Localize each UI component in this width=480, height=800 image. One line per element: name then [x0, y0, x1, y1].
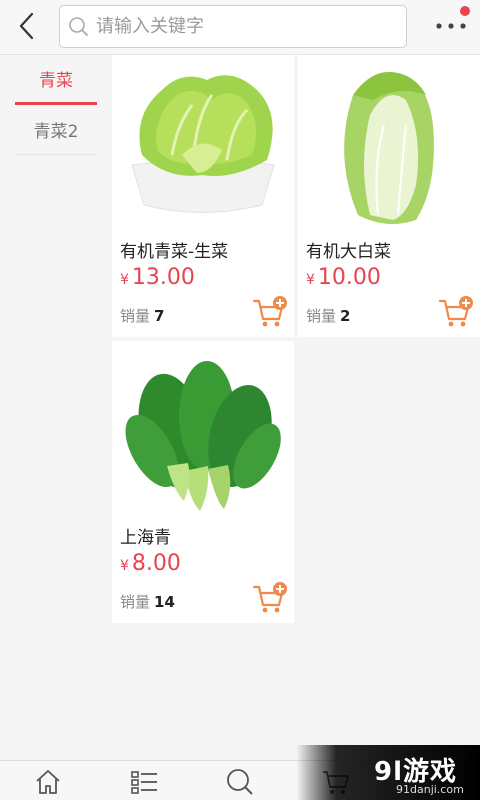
product-card[interactable]: 有机大白菜 ¥10.00 销量 2	[298, 55, 480, 337]
add-to-cart-icon	[438, 296, 473, 327]
bok-choy-image	[112, 341, 294, 521]
product-sales: 销量 14	[120, 591, 175, 612]
price-value: 13.00	[131, 265, 195, 290]
add-to-cart-button[interactable]	[438, 295, 474, 329]
sales-count: 7	[154, 307, 165, 325]
search-input[interactable]	[96, 16, 406, 37]
add-to-cart-button[interactable]	[252, 295, 288, 329]
nav-home[interactable]	[28, 765, 68, 799]
search-icon	[69, 16, 88, 36]
sidebar-item-qingcai[interactable]: 青菜	[15, 55, 97, 105]
notification-dot	[460, 6, 470, 16]
add-to-cart-icon	[252, 582, 287, 613]
sidebar-item-label: 青菜	[39, 71, 73, 91]
product-name: 有机大白菜	[306, 242, 391, 262]
add-to-cart-button[interactable]	[252, 581, 288, 615]
product-card[interactable]: 有机青菜-生菜 ¥13.00 销量 7	[112, 55, 294, 337]
add-to-cart-icon	[252, 296, 287, 327]
product-grid: 有机青菜-生菜 ¥13.00 销量 7 有机大白菜 ¥10.00 销量 2 上海…	[112, 55, 480, 760]
category-sidebar: 青菜 青菜2	[0, 55, 112, 760]
product-name: 有机青菜-生菜	[120, 242, 229, 262]
sidebar-item-qingcai2[interactable]: 青菜2	[15, 105, 97, 155]
sidebar-item-label: 青菜2	[33, 122, 79, 142]
sales-label: 销量	[306, 307, 337, 325]
currency-symbol: ¥	[120, 272, 129, 288]
product-sales: 销量 7	[120, 305, 164, 326]
product-price: ¥13.00	[120, 265, 195, 290]
watermark-url: 91danji.com	[396, 783, 464, 796]
price-value: 10.00	[317, 265, 381, 290]
product-name: 上海青	[120, 528, 171, 548]
search-box[interactable]	[59, 5, 407, 48]
more-dots-icon	[436, 23, 466, 29]
chevron-left-icon	[19, 12, 34, 40]
product-sales: 销量 2	[306, 305, 350, 326]
sales-label: 销量	[120, 593, 151, 611]
currency-symbol: ¥	[306, 272, 315, 288]
currency-symbol: ¥	[120, 558, 129, 574]
sales-label: 销量	[120, 307, 151, 325]
product-price: ¥10.00	[306, 265, 381, 290]
price-value: 8.00	[131, 551, 181, 576]
nav-search[interactable]	[220, 765, 260, 799]
lettuce-image	[112, 55, 294, 235]
home-icon	[36, 770, 60, 794]
back-button[interactable]	[10, 8, 44, 44]
product-card[interactable]: 上海青 ¥8.00 销量 14	[112, 341, 294, 623]
search-icon	[227, 769, 253, 795]
cabbage-image	[298, 55, 480, 235]
watermark: 9l游戏 91danji.com	[296, 745, 480, 800]
sales-count: 2	[340, 307, 351, 325]
sales-count: 14	[154, 593, 175, 611]
nav-categories[interactable]	[124, 765, 164, 799]
list-icon	[131, 771, 157, 794]
product-price: ¥8.00	[120, 551, 181, 576]
top-bar	[0, 0, 480, 55]
